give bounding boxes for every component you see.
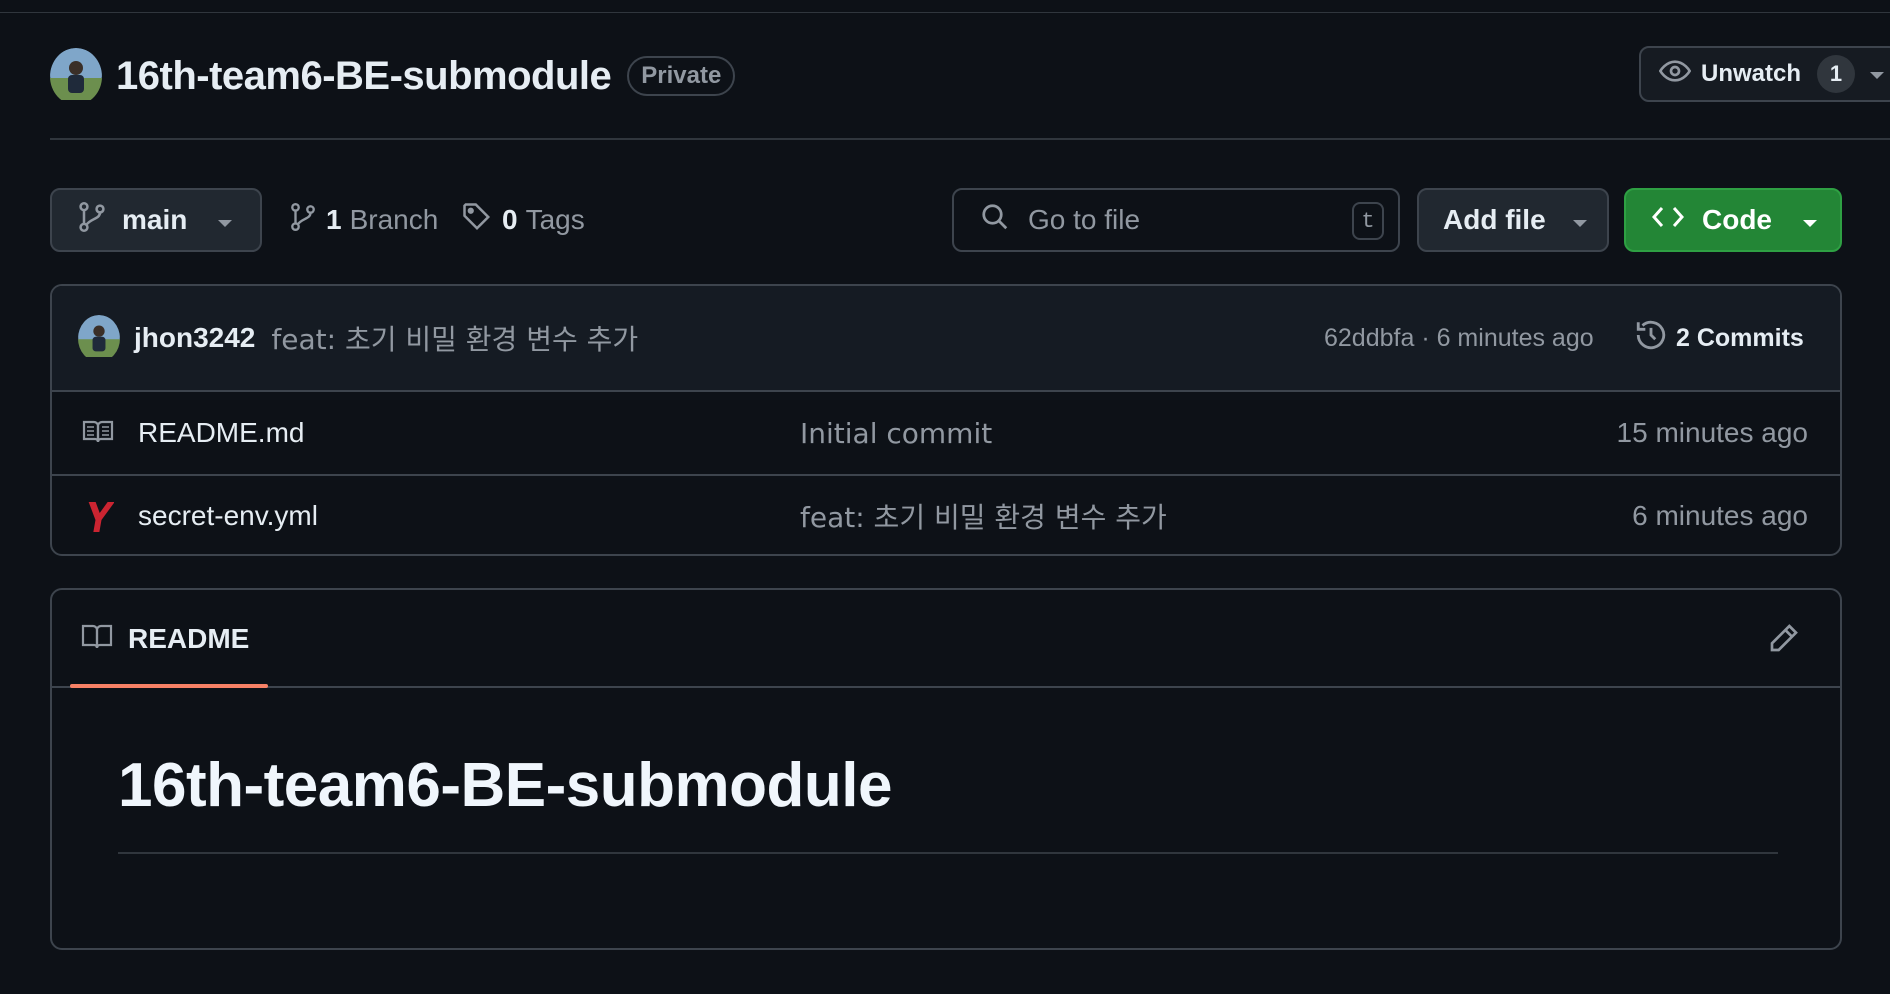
commit-hash-time[interactable]: 62ddbfa · 6 minutes ago bbox=[1324, 324, 1594, 353]
file-list: jhon3242 feat: 초기 비밀 환경 변수 추가 62ddbfa · … bbox=[50, 284, 1842, 556]
commits-label: 2 Commits bbox=[1676, 323, 1804, 352]
file-row[interactable]: README.md Initial commit 15 minutes ago bbox=[52, 392, 1840, 474]
eye-icon bbox=[1658, 55, 1692, 94]
owner-avatar[interactable] bbox=[50, 47, 102, 105]
tag-icon bbox=[462, 202, 492, 239]
commits-link[interactable]: 2 Commits bbox=[1634, 318, 1804, 359]
file-row[interactable]: secret-env.yml feat: 초기 비밀 환경 변수 추가 6 mi… bbox=[52, 474, 1840, 554]
unwatch-button[interactable]: Unwatch 1 bbox=[1639, 46, 1890, 102]
unwatch-label: Unwatch bbox=[1701, 60, 1802, 87]
git-branch-icon bbox=[290, 202, 316, 239]
active-tab-indicator bbox=[70, 684, 268, 688]
git-branch-icon bbox=[78, 201, 106, 240]
readme-header: README bbox=[52, 590, 1840, 688]
book-icon bbox=[80, 621, 114, 658]
file-commit-message[interactable]: feat: 초기 비밀 환경 변수 추가 bbox=[800, 496, 1167, 536]
branches-label: Branch bbox=[349, 204, 439, 235]
author-avatar[interactable] bbox=[78, 314, 120, 362]
search-placeholder: Go to file bbox=[1028, 204, 1141, 235]
tab-readme[interactable]: README bbox=[70, 590, 268, 688]
chevron-down-icon[interactable] bbox=[1869, 60, 1885, 88]
add-file-label: Add file bbox=[1443, 204, 1546, 235]
tags-count: 0 bbox=[502, 204, 518, 235]
yaml-icon bbox=[82, 500, 115, 541]
branches-count: 1 bbox=[326, 204, 342, 235]
readme-heading: 16th-team6-BE-submodule bbox=[118, 751, 892, 820]
visibility-badge: Private bbox=[627, 56, 736, 96]
file-commit-time: 15 minutes ago bbox=[1616, 417, 1808, 448]
keyboard-shortcut-hint: t bbox=[1352, 202, 1384, 240]
history-icon bbox=[1634, 318, 1668, 359]
branches-link[interactable]: 1 Branch bbox=[290, 200, 438, 240]
code-button[interactable]: Code bbox=[1624, 188, 1842, 252]
tags-link[interactable]: 0 Tags bbox=[462, 200, 585, 240]
chevron-down-icon bbox=[217, 204, 233, 236]
pencil-icon[interactable] bbox=[1768, 622, 1800, 659]
file-commit-time: 6 minutes ago bbox=[1632, 500, 1808, 531]
latest-commit-bar: jhon3242 feat: 초기 비밀 환경 변수 추가 62ddbfa · … bbox=[52, 286, 1840, 392]
add-file-button[interactable]: Add file bbox=[1417, 188, 1609, 252]
branch-select-button[interactable]: main bbox=[50, 188, 262, 252]
code-icon bbox=[1651, 204, 1685, 237]
chevron-down-icon bbox=[1802, 204, 1818, 236]
code-label: Code bbox=[1702, 204, 1772, 235]
tab-readme-label: README bbox=[128, 623, 250, 654]
book-icon bbox=[82, 416, 114, 453]
watch-count: 1 bbox=[1817, 55, 1856, 93]
readme-panel: README 16th-team6-BE-submodule bbox=[50, 588, 1842, 950]
file-name[interactable]: secret-env.yml bbox=[138, 500, 318, 532]
top-divider bbox=[0, 12, 1890, 13]
chevron-down-icon bbox=[1572, 204, 1588, 236]
heading-divider bbox=[118, 852, 1778, 854]
tags-label: Tags bbox=[525, 204, 585, 235]
repo-header: 16th-team6-BE-submodule Private bbox=[50, 47, 736, 105]
go-to-file-search[interactable]: Go to file t bbox=[952, 188, 1400, 252]
header-divider bbox=[50, 138, 1890, 140]
commit-author[interactable]: jhon3242 bbox=[134, 322, 255, 354]
file-commit-message[interactable]: Initial commit bbox=[800, 417, 992, 450]
repo-name[interactable]: 16th-team6-BE-submodule bbox=[116, 54, 612, 99]
file-name[interactable]: README.md bbox=[138, 417, 304, 449]
commit-message[interactable]: feat: 초기 비밀 환경 변수 추가 bbox=[271, 318, 638, 358]
search-icon bbox=[980, 202, 1010, 239]
branch-name: main bbox=[122, 204, 188, 235]
